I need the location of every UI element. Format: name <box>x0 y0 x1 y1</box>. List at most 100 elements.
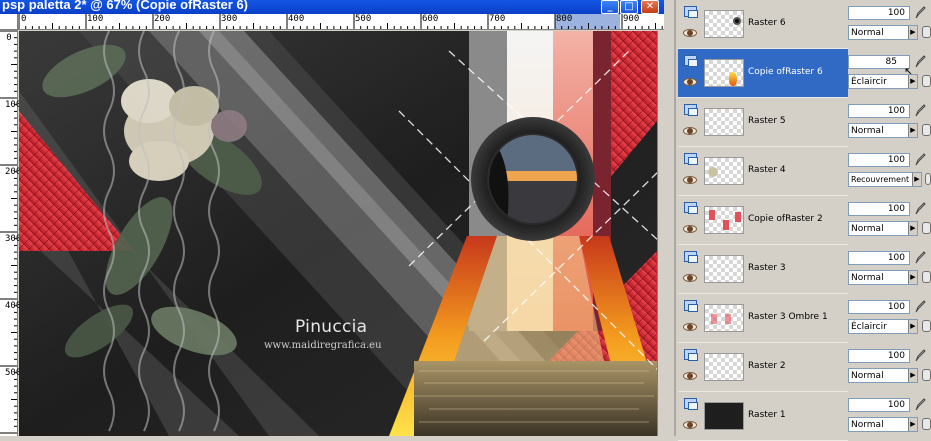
layer-row[interactable]: Raster 1 <box>678 392 848 441</box>
blend-mode-select[interactable]: Normal ▶ <box>848 25 918 40</box>
layer-props-row: 100 Normal ▶ <box>848 343 931 392</box>
blend-mode-select[interactable]: Normal ▶ <box>848 368 918 383</box>
visibility-eye-icon[interactable] <box>683 78 697 86</box>
layer-thumbnail <box>704 108 744 136</box>
visibility-eye-icon[interactable] <box>683 127 697 135</box>
title-bar[interactable]: psp paletta 2* @ 67% (Copie ofRaster 6) … <box>0 0 664 14</box>
layer-row[interactable]: Raster 3 <box>678 245 848 294</box>
edit-pencil-icon[interactable] <box>914 153 926 167</box>
layer-props-row: 100 Normal ▶ <box>848 98 931 147</box>
layer-name: Copie ofRaster 6 <box>748 67 823 77</box>
layer-props-row: 100 Normal ▶ <box>848 245 931 294</box>
opacity-slider[interactable]: 100 <box>848 202 910 216</box>
visibility-eye-icon[interactable] <box>683 421 697 429</box>
layer-thumbnail <box>704 402 744 430</box>
opacity-slider[interactable]: 100 <box>848 349 910 363</box>
visibility-eye-icon[interactable] <box>683 225 697 233</box>
ruler-label: 900 <box>623 14 640 24</box>
ruler-label: 300 <box>221 14 238 24</box>
ruler-label: 0 <box>6 33 12 43</box>
ruler-label: 100 <box>87 14 104 24</box>
edit-pencil-icon[interactable] <box>914 6 926 20</box>
close-button[interactable]: ✕ <box>641 0 659 14</box>
ruler-label: 0 <box>21 14 27 24</box>
visibility-eye-icon[interactable] <box>683 274 697 282</box>
blend-mode-select[interactable]: Éclaircir ▶ <box>848 74 918 89</box>
layer-thumbnail <box>704 255 744 283</box>
lock-icon[interactable] <box>922 222 931 234</box>
edit-pencil-icon[interactable] <box>914 202 926 216</box>
lock-icon[interactable] <box>922 369 931 381</box>
ruler-corner <box>0 14 18 30</box>
layer-name: Raster 4 <box>748 165 786 175</box>
layer-name: Raster 2 <box>748 361 786 371</box>
minimize-button[interactable]: _ <box>601 0 619 14</box>
layer-row[interactable]: Raster 6 <box>678 0 848 49</box>
blend-mode-select[interactable]: Normal ▶ <box>848 270 918 285</box>
opacity-slider[interactable]: 100 <box>848 6 910 20</box>
lock-icon[interactable] <box>922 75 931 87</box>
canvas-scrollbar[interactable] <box>657 31 664 436</box>
watermark-name: Pinuccia <box>295 317 368 337</box>
layer-thumbnail <box>704 206 744 234</box>
horizontal-ruler: 0 100 200 300 400 500 600 700 800 900 <box>0 14 664 30</box>
edit-pencil-icon[interactable] <box>914 104 926 118</box>
layer-props-row: 100 Éclaircir ▶ <box>848 294 931 343</box>
lock-icon[interactable] <box>922 418 931 430</box>
blend-mode-select[interactable]: Normal ▶ <box>848 417 918 432</box>
blend-mode-select[interactable]: Recouvrement ▶ <box>848 172 922 187</box>
layer-row-selected[interactable]: Copie ofRaster 6 <box>678 49 848 98</box>
opacity-slider[interactable]: 100 <box>848 153 910 167</box>
edit-pencil-icon[interactable] <box>914 349 926 363</box>
lock-icon[interactable] <box>922 271 931 283</box>
layer-row[interactable]: Raster 4 <box>678 147 848 196</box>
visibility-eye-icon[interactable] <box>683 176 697 184</box>
layer-props-row: 100 Normal ▶ <box>848 0 931 49</box>
visibility-eye-icon[interactable] <box>683 372 697 380</box>
ruler-label: 400 <box>288 14 305 24</box>
layer-props-row: 100 Recouvrement ▶ <box>848 147 931 196</box>
layer-row[interactable]: Raster 2 <box>678 343 848 392</box>
lock-icon[interactable] <box>922 320 931 332</box>
opacity-slider[interactable]: 100 <box>848 398 910 412</box>
palette-splitter[interactable] <box>664 0 678 436</box>
image-canvas[interactable]: Pinuccia www.maidiregrafica.eu <box>19 31 657 436</box>
layer-row[interactable]: Copie ofRaster 2 <box>678 196 848 245</box>
edit-pencil-icon[interactable] <box>914 251 926 265</box>
edit-pencil-icon[interactable] <box>914 398 926 412</box>
layer-name: Raster 3 Ombre 1 <box>748 312 828 322</box>
splitter-grip-icon <box>674 0 676 436</box>
layer-thumbnail <box>704 353 744 381</box>
opacity-slider[interactable]: 85 ↖ <box>848 55 913 78</box>
vertical-ruler: 0 100 200 300 400 500 <box>0 30 22 436</box>
raster-layer-icon <box>684 251 698 263</box>
layer-properties-column: 100 Normal ▶ 85 ↖ Éclaircir ▶ 100 Normal ▶ 1… <box>848 0 931 436</box>
layer-thumbnail <box>704 157 744 185</box>
layer-row[interactable]: Raster 3 Ombre 1 <box>678 294 848 343</box>
raster-layer-icon <box>684 349 698 361</box>
lock-icon[interactable] <box>922 124 931 136</box>
blend-mode-select[interactable]: Normal ▶ <box>848 123 918 138</box>
maximize-button[interactable]: □ <box>620 0 638 14</box>
raster-layer-icon <box>684 300 698 312</box>
layers-palette: Raster 6 Copie ofRaster 6 Raster 5 Raste… <box>664 0 931 441</box>
ruler-label: 800 <box>556 14 573 24</box>
visibility-eye-icon[interactable] <box>683 323 697 331</box>
edit-pencil-icon[interactable] <box>914 55 926 69</box>
layer-name: Raster 6 <box>748 18 786 28</box>
opacity-slider[interactable]: 100 <box>848 300 910 314</box>
ruler-label-400: 400 <box>5 301 22 311</box>
ruler-label: 200 <box>154 14 171 24</box>
visibility-eye-icon[interactable] <box>683 29 697 37</box>
blend-mode-select[interactable]: Éclaircir ▶ <box>848 319 918 334</box>
layer-thumbnail <box>704 59 744 87</box>
lock-icon[interactable] <box>922 26 931 38</box>
layer-props-row: 100 Normal ▶ <box>848 392 931 441</box>
lock-icon[interactable] <box>925 173 931 185</box>
layer-row[interactable]: Raster 5 <box>678 98 848 147</box>
blend-mode-select[interactable]: Normal ▶ <box>848 221 918 236</box>
opacity-slider[interactable]: 100 <box>848 251 910 265</box>
edit-pencil-icon[interactable] <box>914 300 926 314</box>
opacity-slider[interactable]: 100 <box>848 104 910 118</box>
watermark-url: www.maidiregrafica.eu <box>264 340 382 351</box>
